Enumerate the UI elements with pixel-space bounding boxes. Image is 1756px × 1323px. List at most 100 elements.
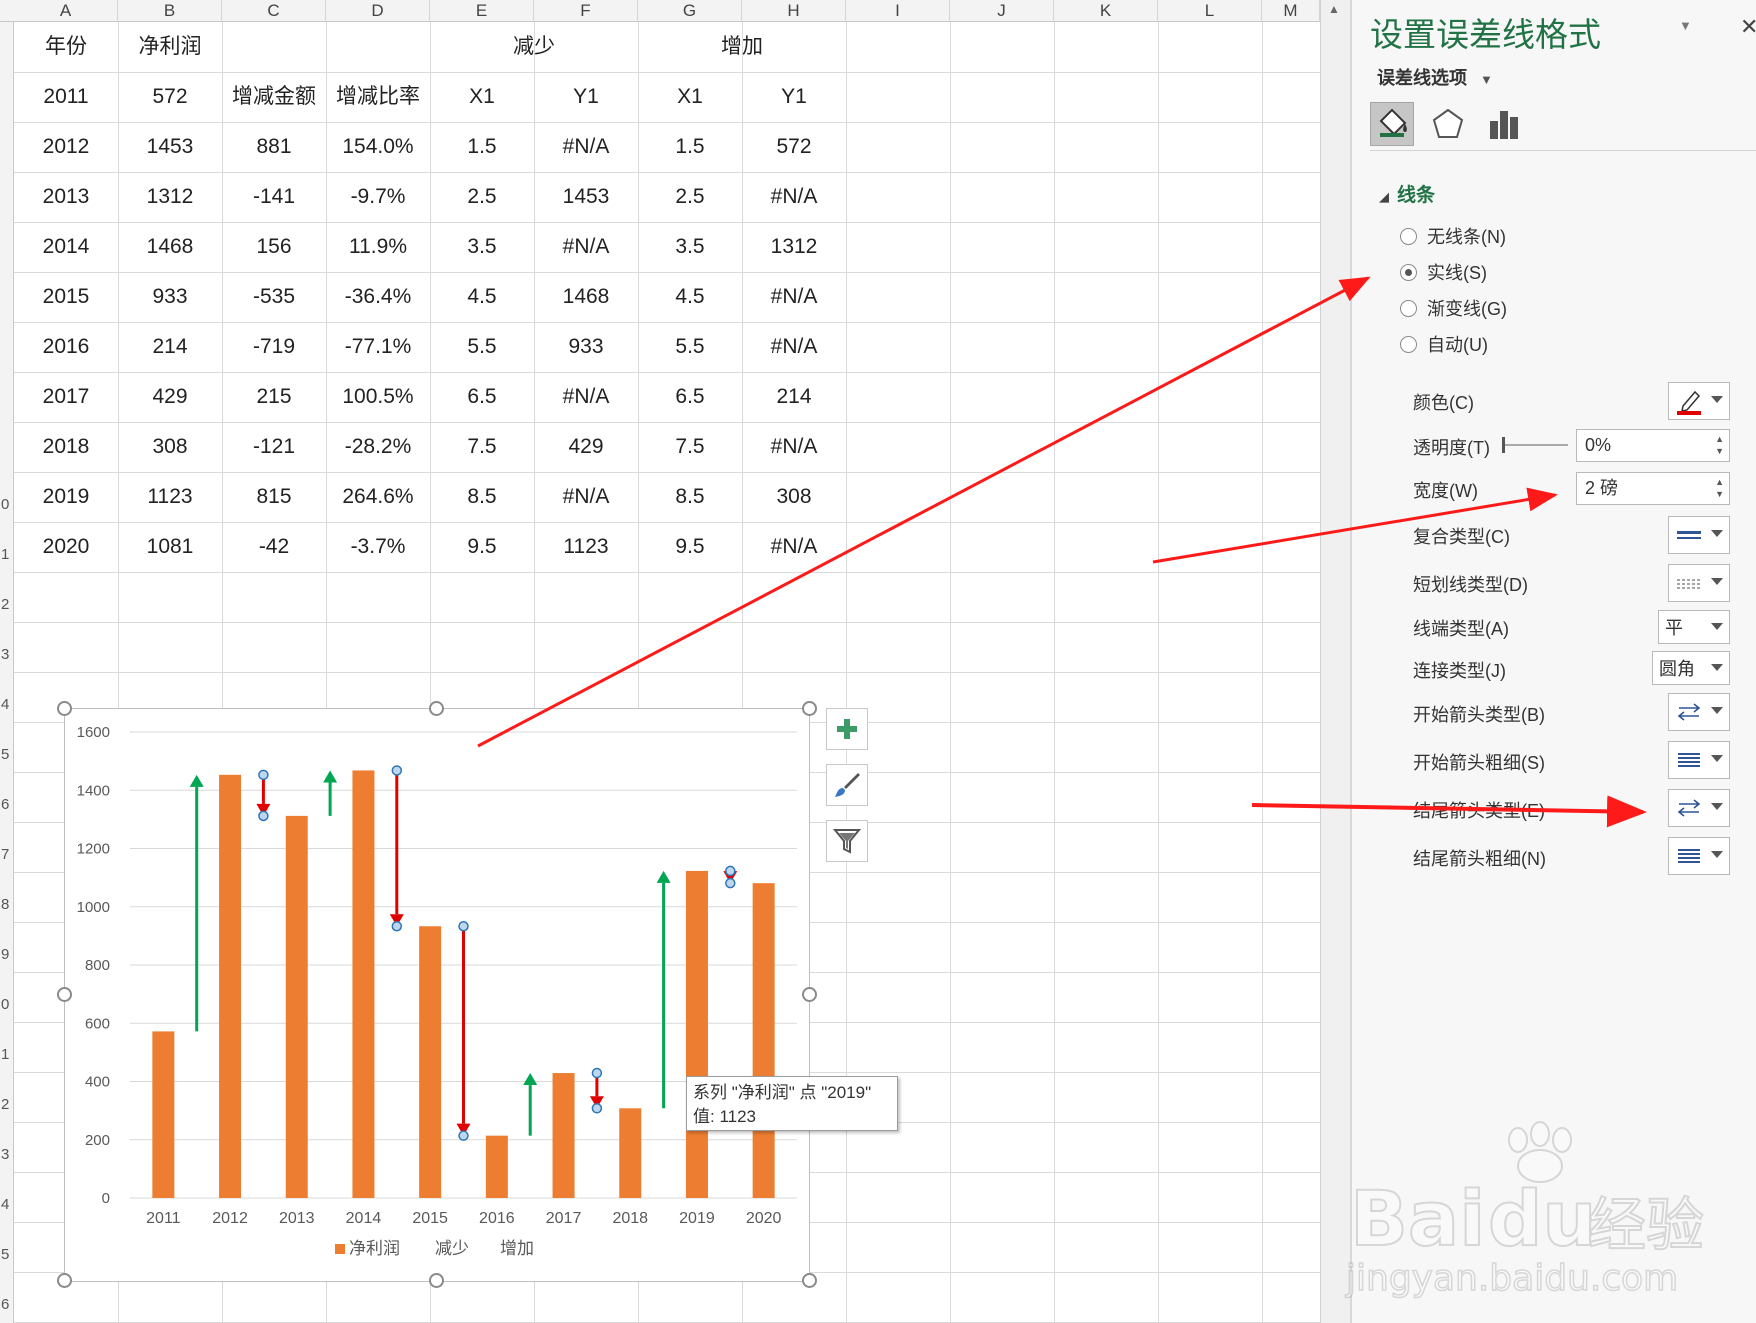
table-cell[interactable]: 3.5 [638,222,742,272]
bar[interactable] [485,1135,508,1198]
row-header[interactable]: 8 [0,896,14,913]
table-cell[interactable]: -535 [222,272,326,322]
row-header[interactable]: 5 [0,1246,14,1263]
row-header[interactable]: 4 [0,1196,14,1213]
transparency-slider-track[interactable] [1504,444,1568,446]
row-header[interactable]: 1 [0,546,14,563]
spinner-icon[interactable]: ▲ ▼ [1715,433,1724,457]
table-cell[interactable]: 815 [222,472,326,522]
end-arrow-type-dropdown[interactable] [1668,789,1730,827]
row-header[interactable]: 7 [0,846,14,863]
table-cell[interactable]: #N/A [742,272,846,322]
table-cell[interactable]: 1123 [118,472,222,522]
table-cell[interactable]: X1 [638,72,742,122]
table-cell[interactable]: 3.5 [430,222,534,272]
compound-type-dropdown[interactable] [1668,516,1730,554]
table-cell[interactable]: -719 [222,322,326,372]
table-cell[interactable]: 11.9% [326,222,430,272]
table-cell[interactable]: Y1 [742,72,846,122]
transparency-input[interactable]: 0% ▲ ▼ [1576,429,1730,462]
table-cell[interactable]: 933 [118,272,222,322]
table-cell[interactable]: 429 [118,372,222,422]
row-header[interactable]: 3 [0,1146,14,1163]
table-cell[interactable]: #N/A [742,172,846,222]
chart-resize-handle[interactable] [429,701,444,716]
chart-styles-button[interactable] [826,764,868,806]
table-cell[interactable]: 2016 [14,322,118,372]
chart-resize-handle[interactable] [802,987,817,1002]
table-cell[interactable]: 156 [222,222,326,272]
bar[interactable] [619,1108,642,1198]
row-header[interactable]: 6 [0,1296,14,1313]
table-cell[interactable]: 100.5% [326,372,430,422]
radio-automatic[interactable]: 自动(U) [1400,329,1488,359]
chevron-down-icon[interactable]: ▼ [1679,18,1692,33]
table-cell[interactable]: 增减金额 [222,72,326,122]
table-cell[interactable]: 2015 [14,272,118,322]
table-cell[interactable]: 6.5 [638,372,742,422]
row-header[interactable]: 2 [0,1096,14,1113]
chart-resize-handle[interactable] [802,1273,817,1288]
row-header[interactable]: 5 [0,746,14,763]
table-cell[interactable]: 308 [118,422,222,472]
cap-type-dropdown[interactable]: 平 [1658,610,1730,644]
table-cell[interactable]: 933 [534,322,638,372]
table-cell[interactable]: 9.5 [638,522,742,572]
join-type-dropdown[interactable]: 圆角 [1652,651,1730,685]
table-cell[interactable]: 214 [118,322,222,372]
table-cell[interactable]: #N/A [534,222,638,272]
table-cell[interactable]: 215 [222,372,326,422]
table-cell[interactable]: #N/A [742,322,846,372]
column-header[interactable]: A [14,0,118,22]
table-cell[interactable]: -121 [222,422,326,472]
row-header[interactable]: 2 [0,596,14,613]
bar[interactable] [552,1073,575,1198]
table-cell[interactable]: #N/A [534,472,638,522]
table-cell[interactable]: 8.5 [638,472,742,522]
table-cell[interactable]: 2.5 [430,172,534,222]
table-cell[interactable]: -77.1% [326,322,430,372]
table-cell[interactable]: 1081 [118,522,222,572]
table-cell[interactable]: 7.5 [638,422,742,472]
column-header[interactable]: D [326,0,430,22]
column-header[interactable]: L [1158,0,1262,22]
bar[interactable] [685,870,708,1198]
close-icon[interactable]: ✕ [1740,14,1756,40]
table-cell[interactable]: 2014 [14,222,118,272]
table-cell[interactable]: -28.2% [326,422,430,472]
table-cell[interactable]: 308 [742,472,846,522]
tab-effects[interactable] [1426,102,1470,146]
table-cell[interactable]: 8.5 [430,472,534,522]
column-header[interactable]: K [1054,0,1158,22]
table-cell[interactable]: 1453 [118,122,222,172]
transparency-slider-thumb[interactable] [1502,437,1505,453]
row-header[interactable]: 3 [0,646,14,663]
table-cell[interactable]: -36.4% [326,272,430,322]
table-cell[interactable]: 1123 [534,522,638,572]
table-cell[interactable]: 2013 [14,172,118,222]
table-cell[interactable]: 264.6% [326,472,430,522]
error-bar-options-dropdown[interactable]: 误差线选项 ▼ [1377,64,1493,90]
bar[interactable] [285,815,308,1198]
begin-arrow-size-dropdown[interactable] [1668,741,1730,779]
table-cell[interactable]: Y1 [534,72,638,122]
table-cell[interactable]: 2018 [14,422,118,472]
table-cell[interactable]: X1 [430,72,534,122]
table-cell[interactable]: 1312 [118,172,222,222]
table-cell[interactable]: 214 [742,372,846,422]
bar[interactable] [152,1031,175,1198]
bar[interactable] [419,926,442,1198]
spinner-icon[interactable]: ▲ ▼ [1715,476,1724,500]
column-header[interactable]: F [534,0,638,22]
table-cell[interactable]: 572 [742,122,846,172]
chart-resize-handle[interactable] [57,1273,72,1288]
table-cell[interactable]: 572 [118,72,222,122]
table-cell[interactable]: #N/A [534,372,638,422]
chart-resize-handle[interactable] [57,987,72,1002]
table-cell[interactable]: 5.5 [638,322,742,372]
table-cell[interactable]: 7.5 [430,422,534,472]
table-cell[interactable]: #N/A [742,422,846,472]
section-line-header[interactable]: ◢ 线条 [1379,180,1435,207]
table-cell[interactable]: 增加 [638,22,846,72]
table-cell[interactable]: 1468 [534,272,638,322]
